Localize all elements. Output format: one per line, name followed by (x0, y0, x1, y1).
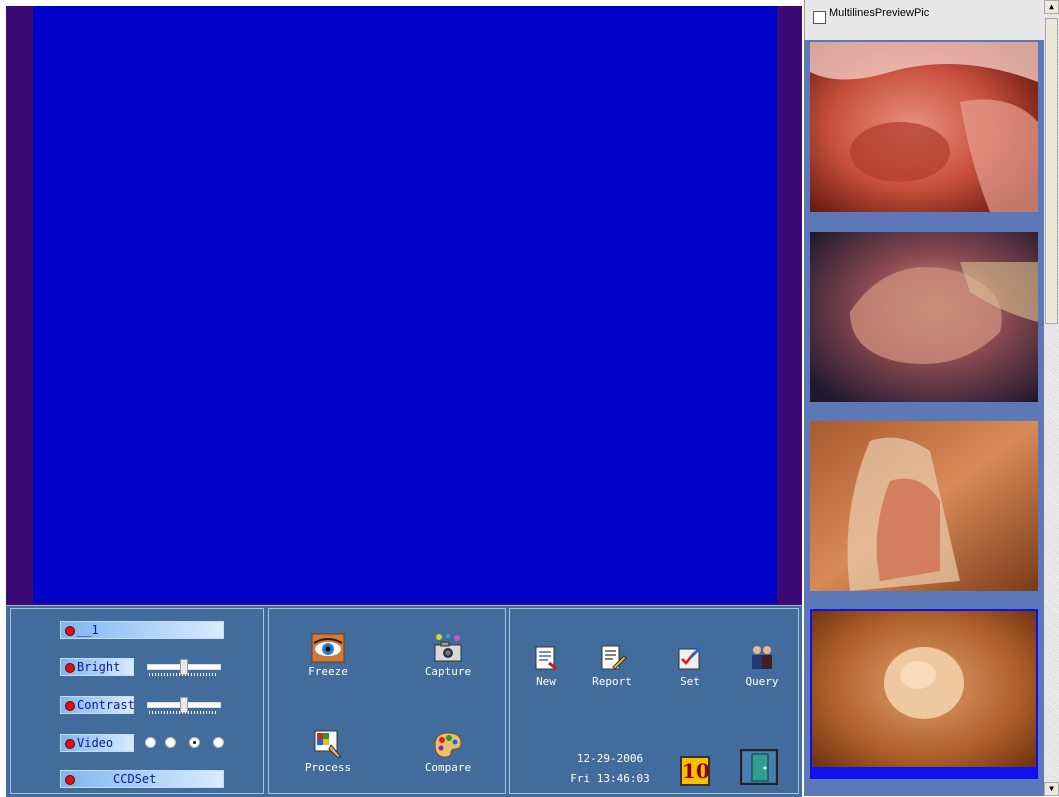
ccdset-button[interactable]: CCDSet (60, 770, 224, 788)
contrast-label: Contrast (77, 698, 135, 712)
compare-label: Compare (424, 761, 472, 774)
current-date: 12-29-2006 (576, 752, 644, 765)
scroll-down-icon[interactable]: ▼ (1044, 782, 1059, 796)
process-tool[interactable]: Process (293, 729, 363, 774)
camera-icon (431, 633, 465, 663)
video-source-radios (145, 737, 225, 749)
led-icon (65, 663, 75, 673)
slider-ticks (149, 673, 217, 676)
led-icon (65, 701, 75, 711)
freeze-label: Freeze (308, 665, 348, 678)
video-label: Video (77, 736, 114, 750)
video-radio-1[interactable] (145, 737, 156, 748)
bright-button[interactable]: Bright (60, 658, 134, 676)
compare-tool[interactable]: Compare (413, 729, 483, 774)
thumbnail-3[interactable] (810, 421, 1038, 591)
selection-bar (812, 767, 1036, 779)
process-image-icon (311, 729, 345, 759)
video-radio-2[interactable] (165, 737, 176, 748)
video-radio-4[interactable] (213, 737, 224, 748)
capture-tool[interactable]: Capture (413, 633, 483, 678)
new-label: New (536, 675, 556, 688)
preview-options-bar: MultilinesPreviewPic (804, 0, 1044, 40)
record-actions-section: New Report Set Query 12-29-2006 Fri 13:4… (509, 608, 799, 794)
ccdset-label: CCDSet (113, 772, 157, 786)
thumbnail-panel: MultilinesPreviewPic (804, 0, 1044, 796)
led-icon (65, 626, 75, 636)
report-button[interactable]: Report (580, 643, 644, 688)
set-label: Set (680, 675, 700, 688)
exit-door-icon[interactable] (740, 749, 778, 785)
contrast-button[interactable]: Contrast (60, 696, 135, 714)
query-button[interactable]: Query (730, 643, 794, 688)
video-frame (6, 6, 802, 606)
live-video-area[interactable] (33, 6, 777, 603)
thumbnail-2[interactable] (810, 232, 1038, 402)
report-icon (595, 643, 629, 673)
camera-controls-section: __1 Bright Contrast Video CCDSet (10, 608, 264, 794)
multilines-preview-checkbox[interactable] (813, 11, 826, 24)
set-button[interactable]: Set (658, 643, 722, 688)
current-time: Fri 13:46:03 (570, 772, 650, 785)
new-button[interactable]: New (514, 643, 578, 688)
palette-icon (431, 729, 465, 759)
capture-label: Capture (424, 665, 472, 678)
query-label: Query (745, 675, 779, 688)
channel-button[interactable]: __1 (60, 621, 224, 639)
thumbnail-4-selected[interactable] (810, 609, 1038, 779)
thumbnail-1[interactable] (810, 42, 1038, 212)
new-document-icon (529, 643, 563, 673)
slider-ticks (149, 711, 217, 714)
image-count-badge[interactable]: 10 (680, 756, 710, 786)
led-icon (65, 739, 75, 749)
capture-tools-section: Freeze Capture Process Compare (268, 608, 506, 794)
report-label: Report (592, 675, 632, 688)
channel-label: __1 (77, 623, 99, 637)
process-label: Process (304, 761, 352, 774)
video-radio-3[interactable] (189, 737, 200, 748)
bright-slider[interactable] (147, 659, 221, 677)
video-button[interactable]: Video (60, 734, 134, 752)
scroll-up-icon[interactable]: ▲ (1044, 0, 1059, 14)
thumbnail-scrollbar[interactable]: ▲ ▼ (1044, 0, 1059, 796)
control-panel: __1 Bright Contrast Video CCDSet Freeze … (6, 605, 802, 797)
bright-label: Bright (77, 660, 121, 674)
contrast-slider[interactable] (147, 697, 221, 715)
freeze-tool[interactable]: Freeze (293, 633, 363, 678)
multilines-preview-label: MultilinesPreviewPic (829, 7, 930, 19)
led-icon (65, 775, 75, 785)
scroll-thumb[interactable] (1045, 18, 1058, 324)
settings-checklist-icon (673, 643, 707, 673)
people-icon (745, 643, 779, 673)
eye-icon (311, 633, 345, 663)
